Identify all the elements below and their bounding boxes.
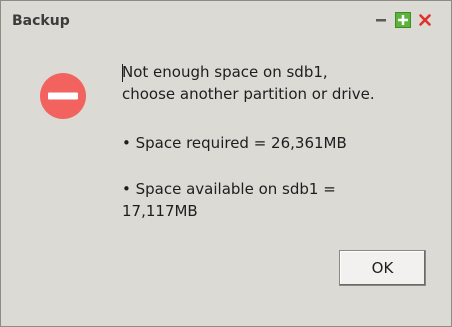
stop-icon <box>40 73 86 119</box>
space-available-text: • Space available on sdb1 = <box>122 180 336 198</box>
maximize-icon <box>395 12 411 28</box>
close-button[interactable] <box>417 12 433 28</box>
dialog-body: Not enough space on sdb1, choose another… <box>15 45 437 307</box>
title-bar[interactable]: Backup <box>1 1 451 41</box>
message-line-2: choose another partition or drive. <box>122 85 375 103</box>
maximize-button[interactable] <box>395 12 411 28</box>
window-title: Backup <box>12 13 70 29</box>
ok-button[interactable]: OK <box>339 250 426 286</box>
close-icon <box>419 14 431 26</box>
text-caret <box>122 64 123 82</box>
space-required-text: • Space required = 26,361MB <box>122 134 347 152</box>
backup-dialog-window: Backup Not enough space on sdb1, choose … <box>0 0 452 327</box>
space-available-value: 17,117MB <box>122 202 198 220</box>
minimize-button[interactable] <box>374 12 390 28</box>
minimize-icon <box>376 19 386 22</box>
message-line-1: Not enough space on sdb1, <box>122 63 328 81</box>
